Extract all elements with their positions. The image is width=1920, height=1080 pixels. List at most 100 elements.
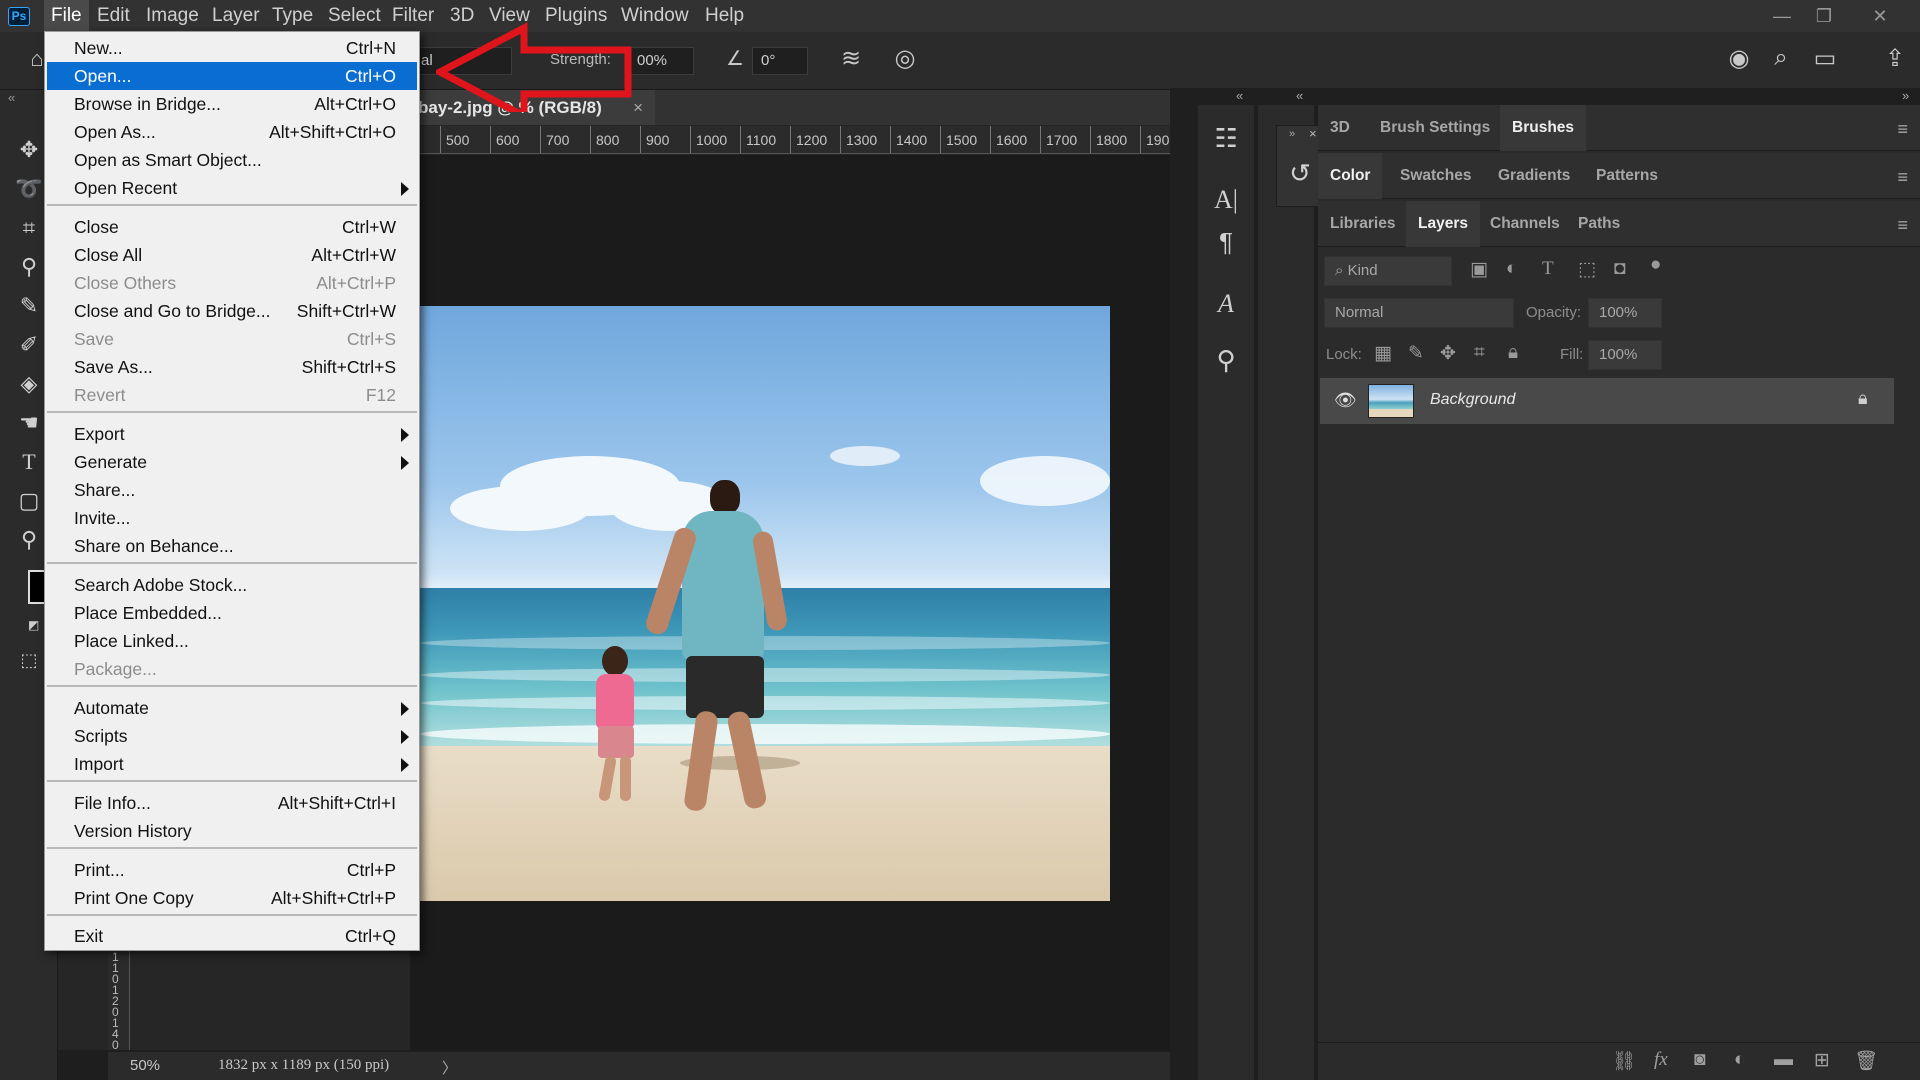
properties-icon[interactable]: ☷ <box>1206 123 1246 154</box>
menu-edit[interactable]: Edit <box>90 0 137 32</box>
close-window-button[interactable]: ✕ <box>1860 2 1900 30</box>
adjustment-layer-icon[interactable]: ◐ <box>1734 1049 1745 1071</box>
menu-file[interactable]: File <box>44 0 89 32</box>
share-icon[interactable]: ⇪ <box>1880 44 1910 73</box>
lock-all-icon[interactable]: 🔒︎ <box>1508 342 1518 364</box>
menu-item-open[interactable]: Open... Ctrl+O <box>47 62 417 90</box>
paragraph-icon[interactable]: ¶ <box>1206 227 1246 258</box>
menu-image[interactable]: Image <box>139 0 206 32</box>
lock-transparent-icon[interactable]: ▦ <box>1374 342 1392 365</box>
new-layer-icon[interactable]: ⊞ <box>1814 1049 1830 1072</box>
quick-mask-icon[interactable]: ⬚ <box>11 644 47 676</box>
tab-brush-settings[interactable]: Brush Settings <box>1368 105 1502 151</box>
menu-item-print-one-copy[interactable]: Print One Copy Alt+Shift+Ctrl+P <box>47 884 417 912</box>
collapse-dock-icon[interactable]: « <box>1236 88 1243 103</box>
menu-item-share-on-behance[interactable]: Share on Behance... <box>47 532 417 560</box>
workspace-icon[interactable]: ▭ <box>1810 44 1840 73</box>
expand-panels-icon[interactable]: » <box>1902 88 1909 103</box>
glyphs-icon[interactable]: A <box>1206 289 1246 319</box>
menu-item-open-as[interactable]: Open As... Alt+Shift+Ctrl+O <box>47 118 417 146</box>
link-layers-icon[interactable]: ⛓︎ <box>1612 1049 1636 1073</box>
blend-mode-dropdown[interactable]: Normal <box>1324 298 1514 328</box>
status-menu-arrow[interactable]: 〉 <box>442 1057 457 1078</box>
brush-tool-icon[interactable]: ✎ <box>11 290 47 322</box>
add-mask-icon[interactable]: ◙ <box>1694 1049 1705 1071</box>
menu-layer[interactable]: Layer <box>205 0 267 32</box>
strength-field[interactable]: 00% <box>628 47 694 75</box>
menu-select[interactable]: Select <box>321 0 388 32</box>
new-group-icon[interactable]: ▬ <box>1774 1049 1793 1071</box>
menu-item-file-info[interactable]: File Info... Alt+Shift+Ctrl+I <box>47 789 417 817</box>
collapse-dock-icon[interactable]: « <box>1296 88 1303 103</box>
filter-toggle-icon[interactable]: ● <box>1650 254 1661 276</box>
eyedropper-tool-icon[interactable]: ⚲ <box>11 251 47 283</box>
menu-filter[interactable]: Filter <box>385 0 441 32</box>
filter-shape-icon[interactable]: ⬚ <box>1578 258 1596 281</box>
menu-item-open-as-smart-object[interactable]: Open as Smart Object... <box>47 146 417 174</box>
filter-type-icon[interactable]: T <box>1542 258 1554 280</box>
panel-menu-icon[interactable]: ≡ <box>1897 215 1908 236</box>
panel-menu-icon[interactable]: ≡ <box>1897 167 1908 188</box>
filter-pixel-icon[interactable]: ▣ <box>1470 258 1488 281</box>
menu-item-export[interactable]: Export <box>47 420 417 448</box>
sample-all-layers-icon[interactable]: ≋ <box>836 44 866 73</box>
menu-item-place-linked[interactable]: Place Linked... <box>47 627 417 655</box>
tab-patterns[interactable]: Patterns <box>1584 153 1670 199</box>
menu-item-browse-in-bridge[interactable]: Browse in Bridge... Alt+Ctrl+O <box>47 90 417 118</box>
expand-icon[interactable]: » <box>1289 128 1295 140</box>
layer-name[interactable]: Background <box>1430 391 1515 409</box>
layer-filter-dropdown[interactable]: ⌕ Kind <box>1324 256 1452 286</box>
tab-brushes[interactable]: Brushes <box>1500 105 1587 151</box>
menu-item-place-embedded[interactable]: Place Embedded... <box>47 599 417 627</box>
canvas-photo[interactable] <box>420 306 1110 901</box>
close-icon[interactable]: × <box>1309 126 1317 141</box>
search-icon[interactable]: ⌕ <box>1766 44 1796 72</box>
menu-item-share[interactable]: Share... <box>47 476 417 504</box>
tab-channels[interactable]: Channels <box>1478 201 1572 247</box>
visibility-eye-icon[interactable]: 👁︎ <box>1334 390 1357 411</box>
tab-swatches[interactable]: Swatches <box>1388 153 1484 199</box>
menu-item-automate[interactable]: Automate <box>47 694 417 722</box>
fx-icon[interactable]: fx <box>1654 1049 1668 1071</box>
panel-menu-icon[interactable]: ≡ <box>1897 119 1908 140</box>
learn-icon[interactable]: ◉ <box>1724 44 1754 73</box>
tab-color[interactable]: Color <box>1318 153 1383 199</box>
menu-item-invite[interactable]: Invite... <box>47 504 417 532</box>
tab-paths[interactable]: Paths <box>1566 201 1632 247</box>
menu-item-new[interactable]: New... Ctrl+N <box>47 34 417 62</box>
type-tool-icon[interactable]: T <box>11 446 47 478</box>
navigator-icon[interactable]: ⚲ <box>1206 345 1246 376</box>
tab-layers[interactable]: Layers <box>1406 201 1480 247</box>
lock-artboard-icon[interactable]: ⌗ <box>1474 342 1485 364</box>
minimize-button[interactable]: — <box>1762 2 1802 30</box>
menu-type[interactable]: Type <box>265 0 320 32</box>
smudge-tool-icon[interactable]: ☚ <box>11 407 47 439</box>
menu-item-close[interactable]: Close Ctrl+W <box>47 213 417 241</box>
pressure-icon[interactable]: ◎ <box>890 44 920 73</box>
clone-stamp-tool-icon[interactable]: ✐ <box>11 329 47 361</box>
zoom-tool-icon[interactable]: ⚲ <box>11 524 47 556</box>
menu-item-save-as[interactable]: Save As... Shift+Ctrl+S <box>47 353 417 381</box>
filter-smart-object-icon[interactable]: ◘ <box>1614 258 1625 280</box>
filter-adjustment-icon[interactable]: ◐ <box>1506 258 1517 280</box>
move-tool-icon[interactable]: ✥ <box>11 134 47 166</box>
character-icon[interactable]: A| <box>1206 185 1246 215</box>
tab-3d[interactable]: 3D <box>1318 105 1362 151</box>
menu-help[interactable]: Help <box>698 0 751 32</box>
zoom-level[interactable]: 50% <box>130 1057 160 1074</box>
menu-item-close-all[interactable]: Close All Alt+Ctrl+W <box>47 241 417 269</box>
crop-tool-icon[interactable]: ⌗ <box>11 212 47 244</box>
swap-colors-icon[interactable]: ◩ <box>28 618 42 632</box>
menu-item-print[interactable]: Print... Ctrl+P <box>47 856 417 884</box>
lock-image-icon[interactable]: ✎ <box>1408 342 1424 365</box>
menu-item-generate[interactable]: Generate <box>47 448 417 476</box>
menu-item-version-history[interactable]: Version History <box>47 817 417 845</box>
history-icon[interactable]: ↺ <box>1280 158 1320 189</box>
menu-item-scripts[interactable]: Scripts <box>47 722 417 750</box>
layer-row[interactable]: 👁︎ Background 🔒︎ <box>1320 378 1894 424</box>
delete-layer-icon[interactable]: 🗑︎ <box>1854 1049 1878 1073</box>
shape-tool-icon[interactable]: ▢ <box>11 485 47 517</box>
menu-item-exit[interactable]: Exit Ctrl+Q <box>47 922 417 950</box>
lock-position-icon[interactable]: ✥ <box>1440 342 1456 365</box>
opacity-field[interactable]: 100% <box>1588 298 1662 328</box>
